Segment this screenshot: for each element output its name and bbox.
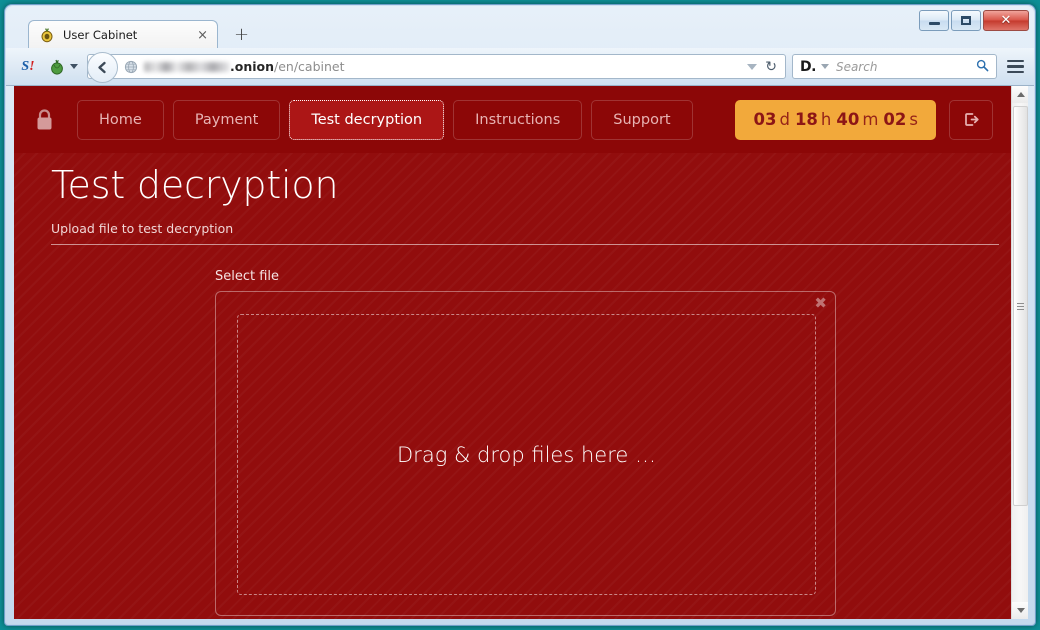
dropzone-label: Drag & drop files here … [397, 442, 656, 467]
file-dropzone[interactable]: Drag & drop files here … [237, 314, 816, 595]
url-bar-actions: ↻ [747, 60, 785, 74]
torbutton-icon[interactable] [48, 58, 78, 76]
title-bar: User Cabinet × + ✕ [6, 6, 1034, 49]
search-engine-chevron-icon[interactable] [820, 64, 829, 69]
nav-item-instructions[interactable]: Instructions [453, 99, 583, 140]
url-path: /en/cabinet [274, 59, 345, 74]
url-host-blurred [144, 62, 230, 72]
page-title: Test decryption [51, 163, 339, 207]
site-nav-items: Home Payment Test decryption Instruction… [77, 99, 693, 140]
window-controls: ✕ [919, 10, 1029, 31]
page-subtitle: Upload file to test decryption [51, 221, 234, 236]
page-scrollbar[interactable] [1011, 86, 1028, 619]
timer-days-unit: d [779, 110, 790, 129]
noscript-s-label: S [21, 58, 30, 74]
noscript-icon[interactable]: S! [16, 55, 40, 79]
timer-seconds: 02 [883, 110, 907, 129]
timer-seconds-unit: s [909, 110, 918, 129]
scrollbar-thumb[interactable] [1013, 106, 1028, 506]
ransom-site-page: Home Payment Test decryption Instruction… [14, 86, 1011, 619]
browser-toolbar: S! .onion /en/cabinet ↻ D. Search [6, 48, 1034, 86]
timer-hours: 18 [794, 110, 818, 129]
url-text: .onion/en/cabinet [144, 59, 345, 74]
tab-close-icon[interactable]: × [197, 29, 208, 42]
nav-item-test-decryption[interactable]: Test decryption [289, 99, 445, 140]
timer-minutes: 40 [836, 110, 860, 129]
site-globe-icon [124, 60, 138, 74]
nav-item-support[interactable]: Support [591, 99, 693, 140]
close-icon[interactable]: ✖ [814, 296, 827, 311]
scroll-up-icon[interactable] [1012, 86, 1028, 103]
browser-menu-button[interactable] [1007, 59, 1024, 74]
header-divider [51, 244, 999, 245]
url-dropdown-icon[interactable] [747, 63, 758, 70]
url-bar[interactable]: .onion/en/cabinet ↻ [87, 52, 786, 83]
countdown-timer: 03 d 18 h 40 m 02 s [735, 99, 936, 140]
site-navbar: Home Payment Test decryption Instruction… [14, 86, 1011, 153]
back-button[interactable] [87, 52, 118, 83]
onion-favicon-icon [39, 27, 55, 43]
timer-hours-unit: h [820, 110, 832, 129]
noscript-bang-label: ! [29, 58, 35, 74]
upload-panel: ✖ Drag & drop files here … [215, 291, 836, 616]
browser-tab[interactable]: User Cabinet × [28, 20, 218, 49]
close-window-button[interactable]: ✕ [983, 10, 1029, 31]
scrollbar-grip-icon [1017, 302, 1024, 310]
browser-window-inner: User Cabinet × + ✕ S! .onion /en/cabinet… [6, 6, 1034, 624]
padlock-icon [34, 108, 56, 132]
scroll-down-icon[interactable] [1012, 602, 1028, 619]
nav-item-payment[interactable]: Payment [172, 99, 281, 140]
reload-icon[interactable]: ↻ [765, 60, 777, 74]
minimize-button[interactable] [919, 10, 949, 31]
logout-button[interactable] [949, 99, 993, 140]
duckduckgo-logo: D. [800, 58, 816, 75]
search-input-placeholder[interactable]: Search [836, 60, 976, 74]
select-file-label: Select file [215, 269, 280, 284]
chevron-down-icon [70, 64, 78, 69]
site-nav-right: 03 d 18 h 40 m 02 s [735, 99, 1011, 140]
nav-item-home[interactable]: Home [77, 99, 164, 140]
url-host-suffix: .onion [230, 59, 275, 74]
page-viewport: Home Payment Test decryption Instruction… [14, 86, 1028, 619]
search-icon[interactable] [976, 57, 989, 76]
new-tab-button[interactable]: + [234, 26, 249, 44]
search-bar[interactable]: D. Search [792, 54, 997, 79]
tab-title: User Cabinet [63, 28, 138, 42]
browser-window: User Cabinet × + ✕ S! .onion /en/cabinet… [4, 4, 1036, 626]
maximize-button[interactable] [951, 10, 981, 31]
timer-minutes-unit: m [862, 110, 879, 129]
timer-days: 03 [753, 110, 777, 129]
